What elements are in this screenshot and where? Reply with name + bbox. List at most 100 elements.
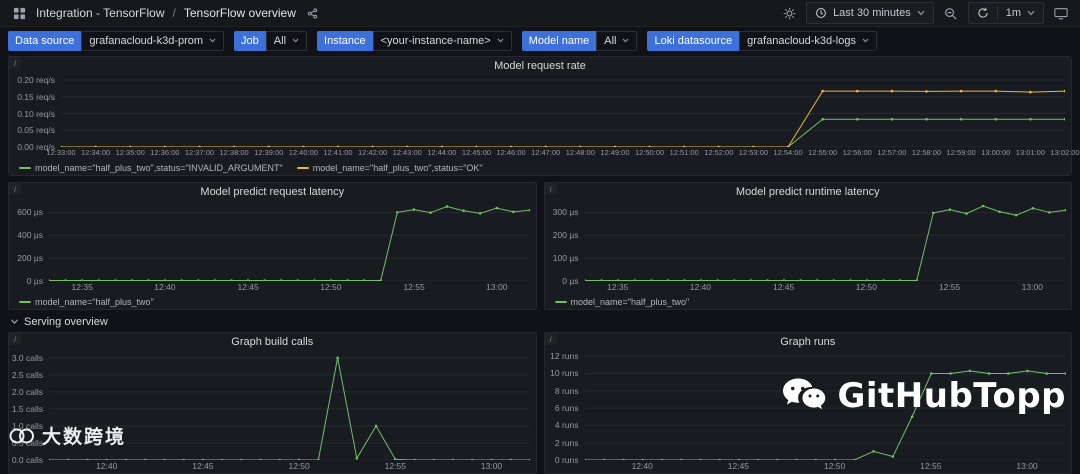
dropdown-value: grafanacloud-k3d-logs [747, 34, 856, 47]
instance-dropdown[interactable]: <your-instance-name> [372, 30, 512, 51]
x-tick-label: 12:36:00 [150, 148, 180, 157]
breadcrumb-folder[interactable]: Integration - TensorFlow [36, 6, 165, 20]
y-tick-label: 0.10 req/s [17, 108, 55, 119]
dashboard-title: TensorFlow overview [183, 6, 296, 20]
x-tick-label: 12:59:00 [946, 148, 976, 157]
top-nav-bar: Integration - TensorFlow / TensorFlow ov… [0, 0, 1080, 27]
chart-plot[interactable] [49, 351, 530, 460]
legend-item[interactable]: model_name="half_plus_two" [19, 297, 154, 307]
panel-info-icon[interactable]: i [9, 183, 21, 195]
x-tick-label: 12:40 [154, 282, 176, 292]
legend: model_name="half_plus_two",status="INVAL… [9, 160, 1071, 175]
x-tick-label: 12:43:00 [392, 148, 422, 157]
y-tick-label: 3.0 calls [11, 352, 43, 363]
legend-item[interactable]: model_name="half_plus_two",status="INVAL… [19, 163, 283, 173]
job-dropdown[interactable]: All [265, 30, 308, 51]
x-tick-label: 12:48:00 [565, 148, 595, 157]
filter-model-name: Model name All [521, 30, 638, 51]
share-icon[interactable] [304, 4, 322, 22]
x-tick-label: 12:35:00 [115, 148, 145, 157]
y-tick-label: 8 runs [554, 385, 579, 396]
panel-info-icon[interactable]: i [544, 183, 557, 195]
chart-plot[interactable] [584, 351, 1066, 460]
chevron-down-icon [209, 38, 216, 43]
x-tick-label: 12:45 [192, 461, 214, 471]
panel-graph-build-calls: i Graph build calls 0.0 calls 0.5 calls 1.… [8, 332, 537, 474]
dashboard-settings-gear-icon[interactable] [780, 4, 798, 22]
panel-model-predict-runtime-latency: i Model predict runtime latency 0 µs 100 … [543, 182, 1072, 310]
y-tick-label: 300 µs [552, 207, 579, 218]
panel-graph-runs: i Graph runs 0 runs 2 runs 4 runs 6 runs 8 r… [543, 332, 1072, 474]
series-name: model_name="half_plus_two" [35, 296, 154, 307]
panel-info-icon[interactable]: i [544, 333, 557, 345]
chevron-down-icon [10, 318, 19, 325]
y-axis: 0.00 req/s 0.05 req/s 0.10 req/s 0.15 req/s… [9, 75, 61, 152]
y-axis: 0.0 calls 0.5 calls 1.0 calls 1.5 calls 2.0 … [9, 351, 49, 465]
refresh-picker[interactable]: 1m [967, 2, 1044, 24]
filter-label: Loki datasource [647, 30, 740, 51]
x-axis: 12:40 12:45 12:50 12:55 13:00 [49, 460, 530, 473]
x-tick-label: 12:37:00 [184, 148, 215, 157]
panel-row-serving: i Graph build calls 0.0 calls 0.5 calls 1.… [8, 332, 1072, 474]
model-name-dropdown[interactable]: All [596, 30, 638, 51]
x-tick-label: 12:56:00 [842, 148, 872, 157]
panel-row-latency: i Model predict request latency 0 µs 200 … [8, 182, 1072, 310]
x-tick-label: 12:39:00 [254, 148, 284, 157]
series-name: model_name="half_plus_two",status="INVAL… [35, 162, 283, 173]
legend-item[interactable]: model_name="half_plus_two" [554, 296, 690, 307]
x-tick-label: 12:42:00 [357, 148, 388, 157]
breadcrumb-separator: / [172, 6, 176, 20]
chart-plot[interactable] [49, 201, 530, 281]
y-tick-label: 200 µs [552, 230, 579, 241]
x-tick-label: 12:46:00 [496, 148, 526, 157]
panel-info-icon[interactable]: i [9, 333, 21, 345]
panel-info-icon[interactable]: i [9, 57, 21, 69]
x-tick-label: 12:34:00 [81, 148, 111, 157]
series-swatch [296, 166, 309, 169]
x-tick-label: 12:40 [96, 461, 118, 471]
panel-title[interactable]: Graph build calls [9, 333, 536, 351]
series-name: model_name="half_plus_two" [570, 296, 690, 307]
tv-kiosk-mode-icon[interactable] [1052, 4, 1070, 22]
zoom-out-time-icon[interactable] [942, 4, 960, 22]
filter-label: Instance [317, 30, 373, 51]
y-tick-label: 1.5 calls [11, 403, 43, 414]
y-tick-label: 12 runs [550, 351, 579, 362]
chevron-down-icon [862, 38, 869, 43]
y-tick-label: 400 µs [17, 230, 43, 241]
x-tick-label: 12:55 [384, 461, 406, 471]
x-tick-label: 12:50 [855, 282, 877, 292]
chart-plot[interactable] [584, 201, 1066, 281]
legend-item[interactable]: model_name="half_plus_two",status="OK" [296, 163, 483, 173]
apps-grid-icon[interactable] [10, 4, 28, 22]
chart-plot[interactable] [61, 75, 1065, 147]
dropdown-value: grafanacloud-k3d-prom [89, 34, 204, 47]
y-axis: 0 runs 2 runs 4 runs 6 runs 8 runs 10 runs 12 … [545, 351, 585, 465]
x-axis: 12:40 12:45 12:50 12:55 13:00 [585, 460, 1066, 473]
y-tick-label: 200 µs [17, 253, 43, 264]
x-tick-label: 12:50 [823, 461, 846, 471]
x-tick-label: 12:55 [920, 461, 942, 471]
filter-data-source: Data source grafanacloud-k3d-prom [8, 30, 225, 51]
y-tick-label: 2.0 calls [11, 386, 43, 397]
loki-datasource-dropdown[interactable]: grafanacloud-k3d-logs [739, 30, 877, 51]
time-range-picker[interactable]: Last 30 minutes [806, 2, 934, 24]
y-tick-label: 100 µs [552, 253, 579, 264]
x-tick-label: 12:40 [631, 461, 653, 471]
x-tick-label: 12:40 [689, 282, 712, 292]
data-source-dropdown[interactable]: grafanacloud-k3d-prom [81, 30, 225, 51]
panel-title[interactable]: Model predict runtime latency [545, 183, 1072, 201]
x-tick-label: 13:00:00 [981, 148, 1011, 157]
row-toggle-serving-overview[interactable]: Serving overview [8, 313, 1072, 330]
panel-title[interactable]: Model request rate [9, 57, 1071, 75]
x-tick-label: 13:00 [480, 461, 503, 471]
filter-label: Job [234, 30, 266, 51]
chevron-down-icon [497, 38, 504, 43]
series-swatch [554, 300, 567, 303]
chevron-down-icon [917, 10, 925, 16]
button-divider [996, 6, 998, 20]
clock-icon [815, 7, 827, 19]
panel-model-request-rate: i Model request rate 0.00 req/s 0.05 req/… [8, 56, 1080, 176]
panel-title[interactable]: Graph runs [545, 333, 1072, 351]
panel-title[interactable]: Model predict request latency [9, 183, 536, 201]
